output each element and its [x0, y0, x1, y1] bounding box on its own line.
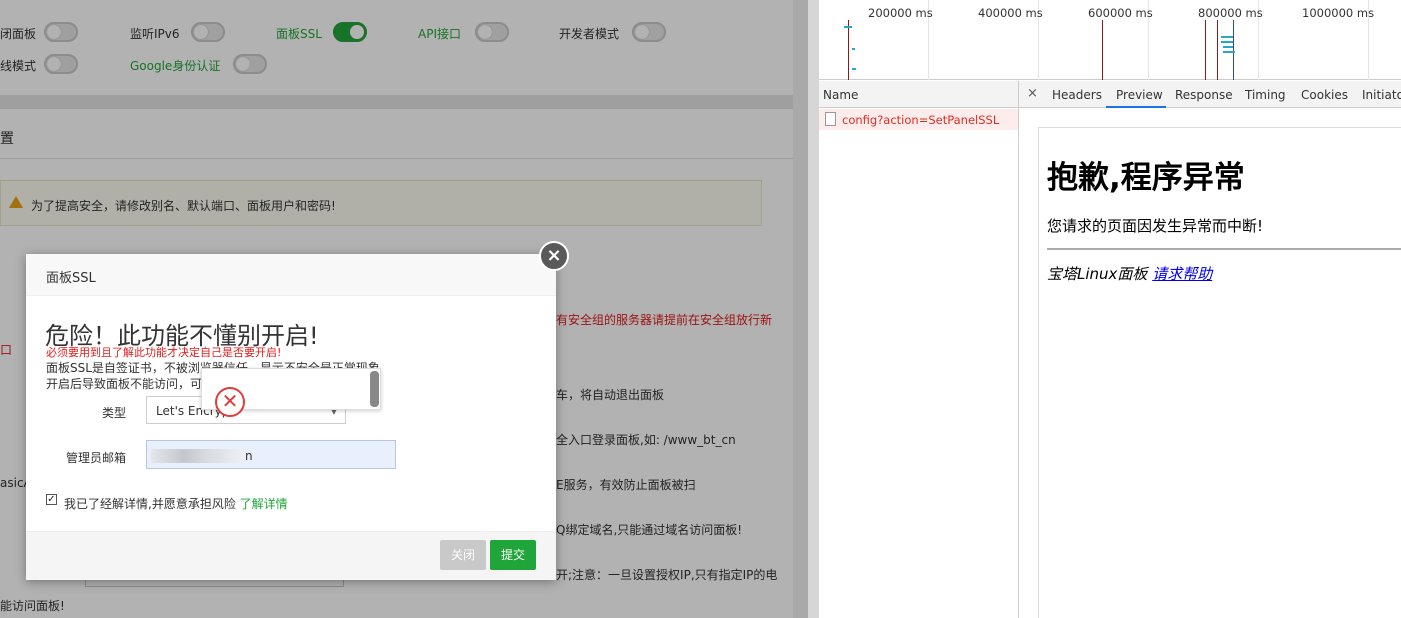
learn-more-link[interactable]: 了解详情 — [240, 497, 288, 511]
devtools-network-panel: 200000 ms 400000 ms 600000 ms 800000 ms … — [819, 0, 1401, 618]
admin-email-input[interactable]: n — [146, 440, 396, 469]
request-name[interactable]: config?action=SetPanelSSL — [842, 113, 999, 127]
waterfall-bar — [1223, 51, 1235, 53]
redacted-email-blur — [151, 449, 245, 463]
agree-text: 我已了经解详情,并愿意承担风险 了解详情 — [64, 495, 288, 512]
panel-separator — [1018, 81, 1019, 618]
ssl-description-2: 开启后导致面板不能访问，可 — [46, 377, 203, 391]
danger-subheading: 必须要用到且了解此功能才决定自己是否要开启! — [46, 346, 282, 359]
timeline-label: 400000 ms — [978, 6, 1043, 20]
timeline-marker — [1233, 20, 1234, 80]
submit-button[interactable]: 提交 — [490, 540, 536, 570]
dialog-close-icon[interactable]: × — [539, 241, 569, 271]
timeline-marker — [848, 20, 849, 80]
response-preview — [1038, 127, 1401, 618]
waterfall-bar — [1221, 36, 1233, 38]
preview-address-text: 宝塔Linux面板 — [1047, 265, 1153, 283]
preview-heading: 抱歉,程序异常 — [1047, 160, 1245, 196]
preview-address: 宝塔Linux面板 请求帮助 — [1047, 263, 1212, 284]
waterfall-bar — [844, 26, 852, 28]
tab-headers[interactable]: Headers — [1052, 88, 1102, 102]
devtools-splitter[interactable] — [808, 0, 819, 618]
preview-divider — [1047, 248, 1401, 250]
agree-label: 我已了经解详情,并愿意承担风险 — [64, 497, 236, 511]
waterfall-bar — [1221, 41, 1233, 43]
tab-cookies[interactable]: Cookies — [1301, 88, 1348, 102]
close-icon[interactable]: × — [1027, 86, 1038, 101]
waterfall-bar — [852, 48, 855, 50]
error-circle-icon: ✕ — [215, 387, 245, 417]
panel-ssl-dialog: 面板SSL 危险！此功能不懂别开启! 必须要用到且了解此功能才决定自己是否要开启… — [26, 254, 556, 580]
timeline-marker — [1217, 20, 1218, 80]
timeline-marker — [1102, 20, 1103, 80]
tab-response[interactable]: Response — [1175, 88, 1233, 102]
close-button[interactable]: 关闭 — [440, 540, 486, 570]
active-tab-indicator — [1106, 106, 1166, 108]
name-column-header[interactable]: Name — [823, 88, 858, 102]
email-label: 管理员邮箱 — [65, 451, 126, 465]
email-value-tail: n — [245, 449, 253, 463]
dialog-header: 面板SSL — [26, 254, 556, 296]
waterfall-bar — [852, 68, 856, 70]
tab-preview[interactable]: Preview — [1116, 88, 1163, 102]
timeline-label: 800000 ms — [1198, 6, 1263, 20]
type-label: 类型 — [101, 406, 126, 420]
document-icon — [825, 112, 836, 126]
network-timeline: 200000 ms 400000 ms 600000 ms 800000 ms … — [819, 0, 1401, 80]
dialog-title: 面板SSL — [46, 271, 96, 286]
timeline-label: 1000000 ms — [1302, 6, 1375, 20]
tab-initiator[interactable]: Initiator — [1362, 88, 1401, 102]
preview-message: 您请求的页面因发生异常而中断! — [1047, 217, 1264, 235]
timeline-label: 200000 ms — [868, 6, 933, 20]
tab-timing[interactable]: Timing — [1245, 88, 1286, 102]
agree-checkbox[interactable]: ✓ — [46, 494, 57, 505]
waterfall-bar — [1223, 46, 1233, 48]
toast-scrollbar[interactable] — [370, 371, 379, 407]
help-link[interactable]: 请求帮助 — [1152, 265, 1212, 283]
timeline-marker — [1205, 20, 1206, 80]
timeline-label: 600000 ms — [1088, 6, 1153, 20]
